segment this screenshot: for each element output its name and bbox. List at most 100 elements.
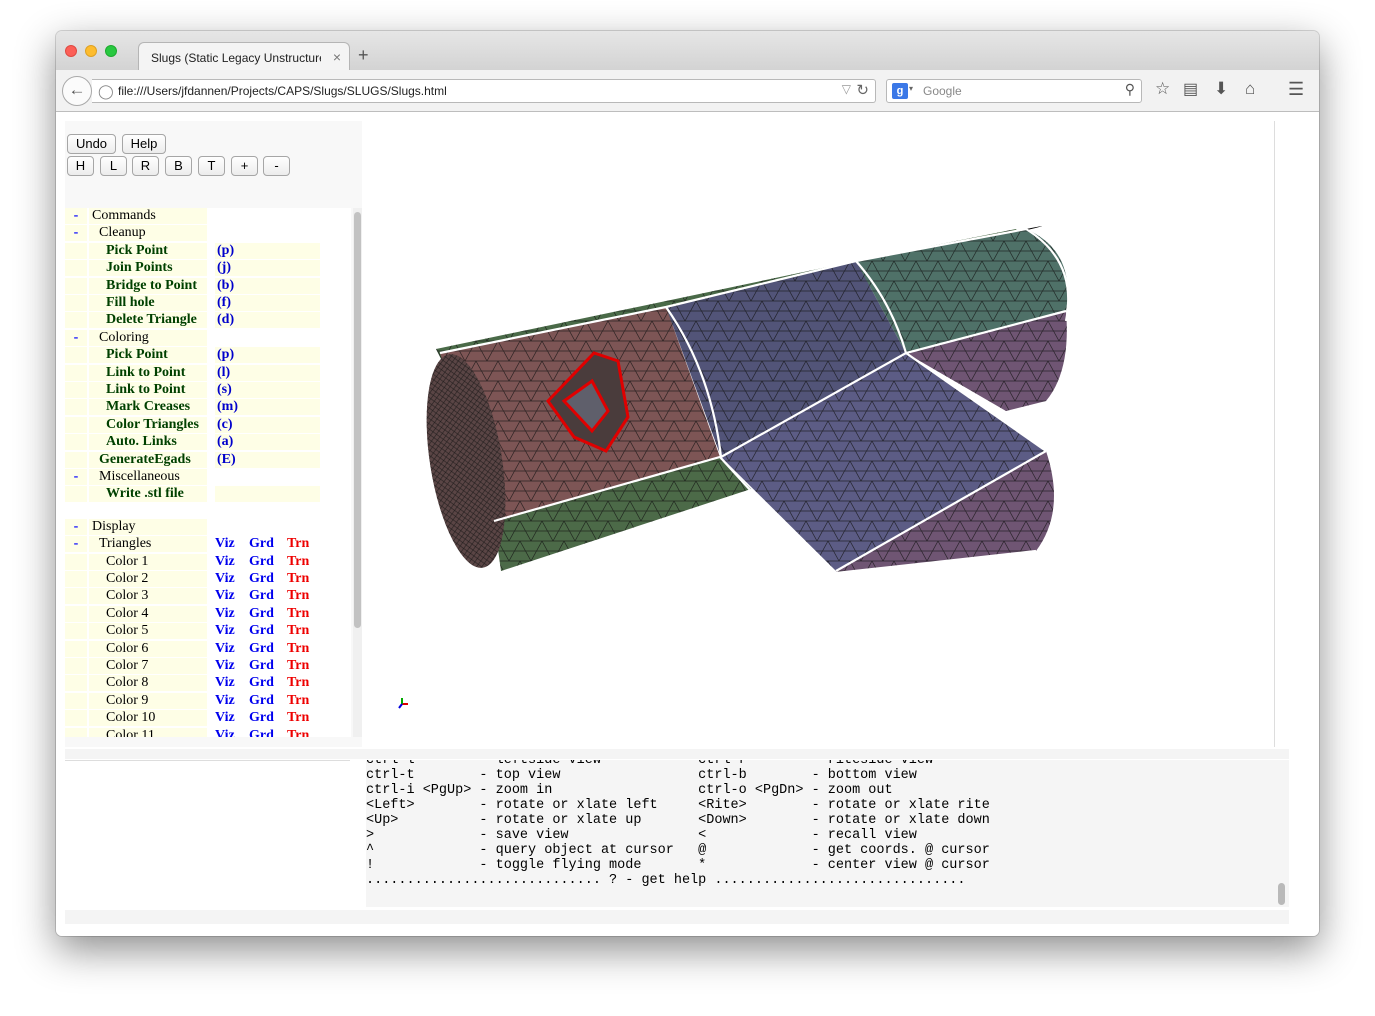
view-top-button[interactable]: T bbox=[198, 156, 225, 176]
tree-label[interactable]: Pick Point bbox=[89, 347, 207, 364]
reload-icon[interactable]: ↻ bbox=[856, 81, 869, 99]
toggle-viz[interactable]: Viz bbox=[215, 658, 235, 674]
toggle-grd[interactable]: Grd bbox=[249, 606, 274, 622]
tree-shortcut: (a) bbox=[215, 434, 320, 451]
tree-label[interactable]: Link to Point bbox=[89, 364, 207, 381]
toggle-trn[interactable]: Trn bbox=[287, 675, 309, 691]
search-input[interactable]: Google bbox=[923, 84, 962, 98]
tree-label[interactable]: GenerateEgads bbox=[89, 451, 207, 468]
toggle-trn[interactable]: Trn bbox=[287, 658, 309, 674]
search-icon[interactable]: ⚲ bbox=[1125, 81, 1135, 98]
message-scrollbar-thumb[interactable] bbox=[1278, 883, 1285, 905]
tree-label: Color 9 bbox=[89, 692, 207, 709]
toggle-trn[interactable]: Trn bbox=[287, 606, 309, 622]
download-icon[interactable]: ⬇ bbox=[1214, 79, 1228, 99]
close-tab-icon[interactable]: × bbox=[333, 49, 341, 65]
message-line: ^ - query object at cursor @ - get coord… bbox=[366, 843, 990, 858]
reading-list-icon[interactable]: ▤ bbox=[1183, 79, 1198, 99]
toggle-trn[interactable]: Trn bbox=[287, 623, 309, 639]
tree-label[interactable]: Pick Point bbox=[89, 242, 207, 259]
zoom-in-button[interactable]: + bbox=[231, 156, 258, 176]
toggle-trn[interactable]: Trn bbox=[287, 571, 309, 587]
url-bar[interactable]: ◯ file:///Users/jfdannen/Projects/CAPS/S… bbox=[92, 79, 876, 103]
tree-shortcut: (f) bbox=[215, 295, 320, 311]
undo-button[interactable]: Undo bbox=[67, 134, 116, 154]
tree-label[interactable]: Fill hole bbox=[89, 295, 207, 311]
history-dropdown-icon[interactable]: ▽ bbox=[842, 82, 851, 96]
tree-toggle[interactable]: - bbox=[65, 536, 87, 553]
help-button[interactable]: Help bbox=[122, 134, 166, 154]
toggle-trn[interactable]: Trn bbox=[287, 693, 309, 709]
tree-label[interactable]: Delete Triangle bbox=[89, 312, 207, 329]
tree-label[interactable]: Bridge to Point bbox=[89, 277, 207, 294]
toggle-viz[interactable]: Viz bbox=[215, 588, 235, 604]
toggle-viz[interactable]: Viz bbox=[215, 710, 235, 726]
view-right-button[interactable]: R bbox=[132, 156, 159, 176]
tree-toggle[interactable]: - bbox=[65, 518, 87, 535]
toggle-viz[interactable]: Viz bbox=[215, 675, 235, 691]
view-home-button[interactable]: H bbox=[67, 156, 94, 176]
zoom-out-button[interactable]: - bbox=[263, 156, 290, 176]
zoom-window-button[interactable] bbox=[105, 45, 117, 57]
toggle-grd[interactable]: Grd bbox=[249, 588, 274, 604]
close-window-button[interactable] bbox=[65, 45, 77, 57]
tree-label: Triangles bbox=[89, 536, 207, 553]
new-tab-button[interactable]: + bbox=[358, 45, 369, 66]
tree-toggle[interactable]: - bbox=[65, 329, 87, 346]
toggle-grd[interactable]: Grd bbox=[249, 658, 274, 674]
tree-toggle bbox=[65, 260, 87, 277]
url-text[interactable]: file:///Users/jfdannen/Projects/CAPS/Slu… bbox=[118, 84, 447, 98]
browser-tab[interactable]: Slugs (Static Legacy Unstructure... × bbox=[138, 42, 350, 72]
toggle-trn[interactable]: Trn bbox=[287, 588, 309, 604]
tree-label[interactable]: Write .stl file bbox=[89, 486, 207, 503]
toggle-viz[interactable]: Viz bbox=[215, 728, 235, 737]
engine-dropdown-icon[interactable]: ▾ bbox=[909, 84, 913, 93]
graphics-canvas[interactable] bbox=[366, 121, 1275, 747]
toggle-viz[interactable]: Viz bbox=[215, 623, 235, 639]
toggle-grd[interactable]: Grd bbox=[249, 536, 274, 552]
toggle-grd[interactable]: Grd bbox=[249, 641, 274, 657]
minimize-window-button[interactable] bbox=[85, 45, 97, 57]
tree-label[interactable]: Color Triangles bbox=[89, 416, 207, 433]
tree-label[interactable]: Mark Creases bbox=[89, 399, 207, 416]
tree-label: Commands bbox=[89, 208, 207, 224]
mesh-viewport[interactable] bbox=[366, 121, 1275, 747]
toggle-grd[interactable]: Grd bbox=[249, 710, 274, 726]
toggle-trn[interactable]: Trn bbox=[287, 710, 309, 726]
toggle-viz[interactable]: Viz bbox=[215, 606, 235, 622]
toggle-grd[interactable]: Grd bbox=[249, 693, 274, 709]
tree-scrollbar[interactable] bbox=[353, 208, 362, 737]
toggle-trn[interactable]: Trn bbox=[287, 641, 309, 657]
toggle-viz[interactable]: Viz bbox=[215, 693, 235, 709]
view-bottom-button[interactable]: B bbox=[165, 156, 192, 176]
message-line: ctrl-l - leftside view ctrl-r - riteside… bbox=[366, 760, 934, 768]
toggle-viz[interactable]: Viz bbox=[215, 554, 235, 570]
back-button[interactable]: ← bbox=[62, 76, 92, 106]
toggle-trn[interactable]: Trn bbox=[287, 728, 309, 737]
toggle-viz[interactable]: Viz bbox=[215, 571, 235, 587]
tree-toggle[interactable]: - bbox=[65, 225, 87, 242]
home-icon[interactable]: ⌂ bbox=[1245, 79, 1255, 99]
toggle-viz[interactable]: Viz bbox=[215, 641, 235, 657]
toggle-grd[interactable]: Grd bbox=[249, 728, 274, 737]
tree-label[interactable]: Join Points bbox=[89, 260, 207, 277]
tree-label: Color 6 bbox=[89, 640, 207, 657]
bookmark-star-icon[interactable]: ☆ bbox=[1155, 79, 1170, 99]
toggle-grd[interactable]: Grd bbox=[249, 554, 274, 570]
tree-label[interactable]: Auto. Links bbox=[89, 434, 207, 451]
tree-toggle[interactable]: - bbox=[65, 469, 87, 485]
tree-toggle bbox=[65, 640, 87, 657]
toggle-grd[interactable]: Grd bbox=[249, 571, 274, 587]
search-box[interactable]: g ▾ Google ⚲ bbox=[886, 79, 1142, 103]
toggle-trn[interactable]: Trn bbox=[287, 554, 309, 570]
search-engine-icon[interactable]: g bbox=[892, 83, 908, 99]
view-left-button[interactable]: L bbox=[100, 156, 127, 176]
toggle-grd[interactable]: Grd bbox=[249, 675, 274, 691]
tree-scrollbar-thumb[interactable] bbox=[354, 212, 361, 628]
toggle-viz[interactable]: Viz bbox=[215, 536, 235, 552]
toggle-trn[interactable]: Trn bbox=[287, 536, 309, 552]
toggle-grd[interactable]: Grd bbox=[249, 623, 274, 639]
tree-toggle[interactable]: - bbox=[65, 208, 87, 224]
tree-label[interactable]: Link to Point bbox=[89, 382, 207, 398]
menu-icon[interactable]: ☰ bbox=[1288, 79, 1304, 100]
